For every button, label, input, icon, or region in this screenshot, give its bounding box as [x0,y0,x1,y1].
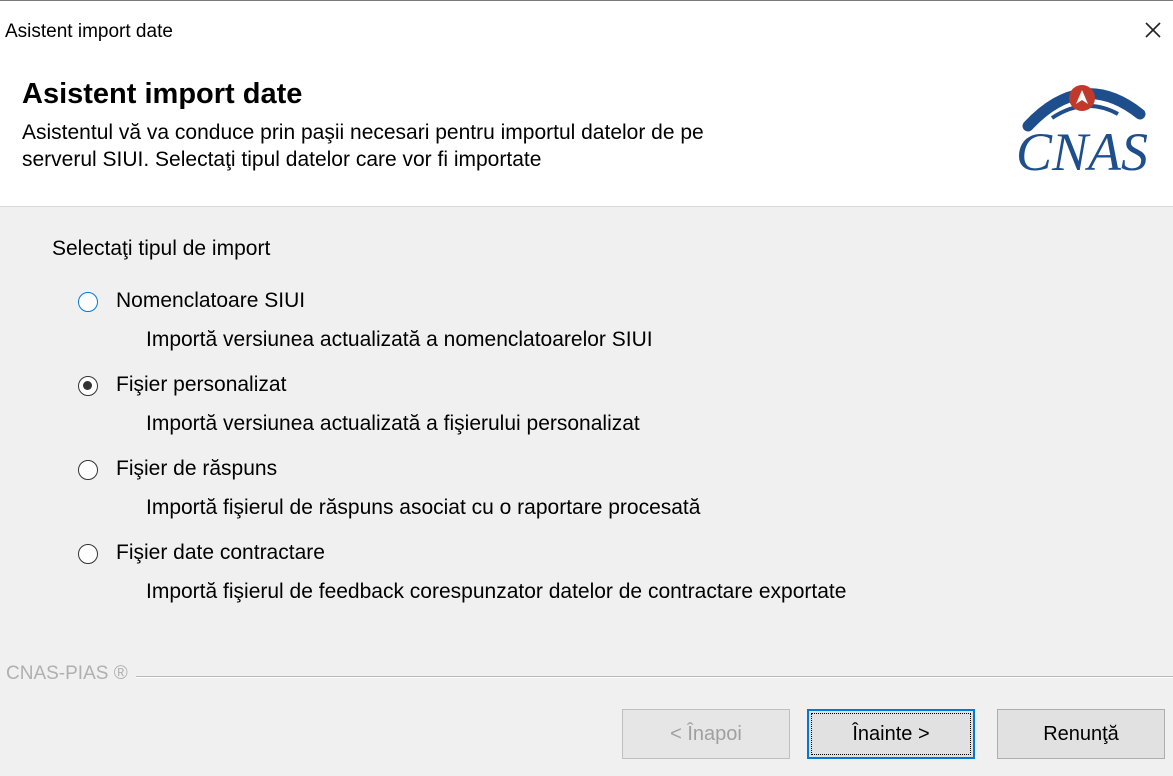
logo-text: CNAS [1016,122,1148,182]
radio-fisier-de-raspuns[interactable] [78,460,98,480]
page-title: Asistent import date [22,78,303,110]
option-fisier-personalizat[interactable]: Fişier personalizat Importă versiunea ac… [0,373,1173,457]
divider [6,676,1173,678]
back-button-label: < Înapoi [670,722,742,745]
page-description: Asistentul vă va conduce prin paşii nece… [22,119,922,173]
cnas-logo: CNAS [1016,85,1148,182]
option-nomenclatoare-siui[interactable]: Nomenclatoare SIUI Importă versiunea act… [0,289,1173,373]
focus-rect [811,713,971,755]
option-description: Importă fişierul de feedback corespunzat… [146,580,847,603]
option-fisier-date-contractare[interactable]: Fişier date contractare Importă fişierul… [0,541,1173,625]
description-line-1: Asistentul vă va conduce prin paşii nece… [22,121,704,144]
cancel-button[interactable]: Renunţă [997,709,1165,759]
radio-selected-dot [83,381,92,390]
next-button[interactable]: Înainte > [807,709,975,759]
description-line-2: serverul SIUI. Selectaţi tipul datelor c… [22,148,542,171]
window-title: Asistent import date [5,21,173,42]
back-button[interactable]: < Înapoi [622,709,790,759]
option-description: Importă versiunea actualizată a nomencla… [146,328,653,351]
option-label: Nomenclatoare SIUI [116,289,306,312]
wizard-header: Asistent import date Asistentul vă va co… [0,62,1173,206]
option-label: Fişier de răspuns [116,457,278,480]
close-button[interactable] [1138,15,1168,45]
wizard-content: Selectaţi tipul de import Nomenclatoare … [0,206,1173,776]
brand-label: CNAS-PIAS ® [6,663,136,685]
radio-fisier-personalizat[interactable] [78,376,98,396]
option-description: Importă versiunea actualizată a fişierul… [146,412,640,435]
radio-fisier-date-contractare[interactable] [78,544,98,564]
radio-nomenclatoare-siui[interactable] [78,292,98,312]
close-icon [1145,22,1161,38]
cancel-button-label: Renunţă [1043,722,1119,745]
import-type-label: Selectaţi tipul de import [52,237,271,260]
option-fisier-de-raspuns[interactable]: Fişier de răspuns Importă fişierul de ră… [0,457,1173,541]
option-label: Fişier personalizat [116,373,287,396]
brand-separator: CNAS-PIAS ® [0,663,1173,693]
title-bar: Asistent import date [0,0,1173,62]
option-description: Importă fişierul de răspuns asociat cu o… [146,496,701,519]
option-label: Fişier date contractare [116,541,325,564]
